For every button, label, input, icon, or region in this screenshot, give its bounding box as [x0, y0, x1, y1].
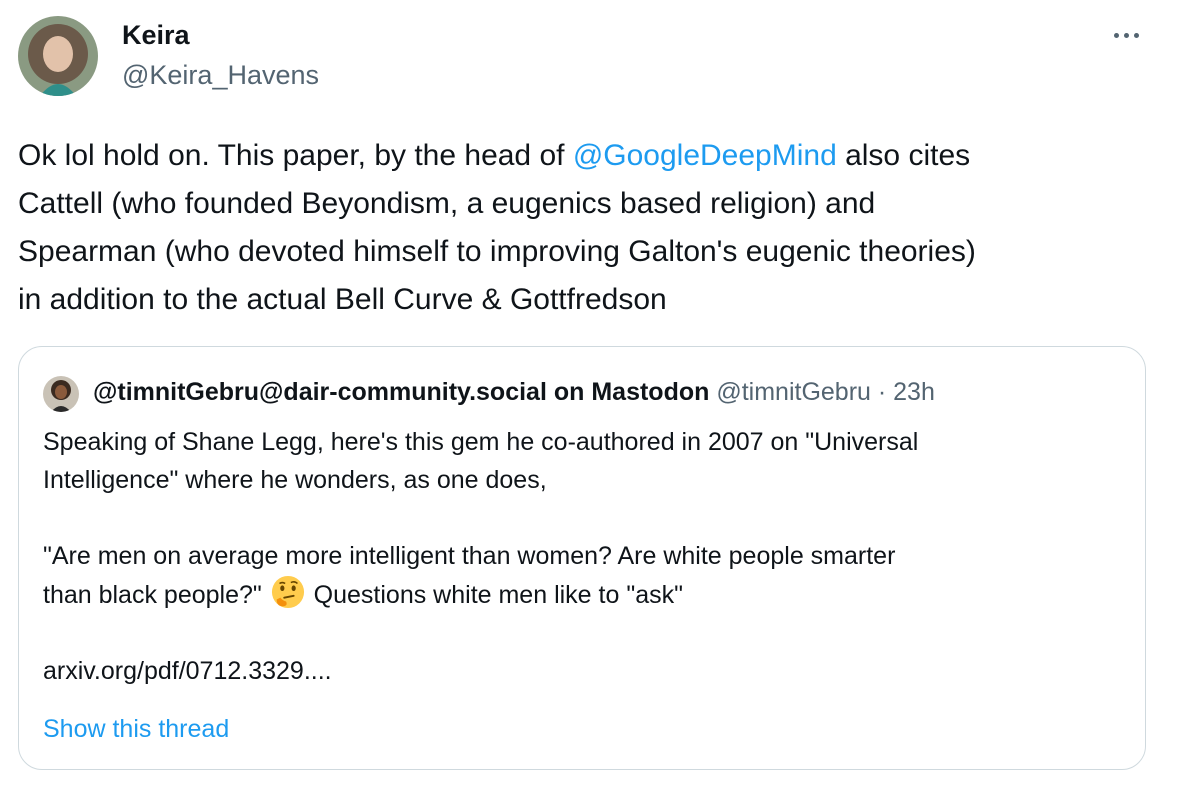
- author-avatar[interactable]: [18, 16, 98, 96]
- show-thread-link[interactable]: Show this thread: [43, 710, 229, 748]
- quoted-author-avatar[interactable]: [43, 376, 79, 412]
- quoted-tweet-text: Speaking of Shane Legg, here's this gem …: [43, 423, 1133, 690]
- thinking-face-emoji-icon: [271, 575, 305, 609]
- mention-link[interactable]: @GoogleDeepMind: [573, 139, 837, 172]
- author-display-name[interactable]: Keira: [122, 18, 190, 52]
- quoted-tweet-header: @timnitGebru@dair-community.social on Ma…: [93, 375, 935, 409]
- quoted-author-handle[interactable]: @timnitGebru: [716, 378, 871, 406]
- tweet-text-part: Ok lol hold on. This paper, by the head …: [18, 139, 573, 172]
- quoted-tweet-card[interactable]: @timnitGebru@dair-community.social on Ma…: [18, 346, 1146, 770]
- quoted-timestamp[interactable]: 23h: [893, 378, 935, 406]
- meta-separator: ·: [870, 378, 894, 406]
- more-options-icon[interactable]: [1104, 18, 1148, 52]
- quoted-author-name[interactable]: @timnitGebru@dair-community.social on Ma…: [93, 378, 709, 406]
- author-handle[interactable]: @Keira_Havens: [122, 58, 319, 92]
- tweet-text: Ok lol hold on. This paper, by the head …: [18, 132, 1168, 324]
